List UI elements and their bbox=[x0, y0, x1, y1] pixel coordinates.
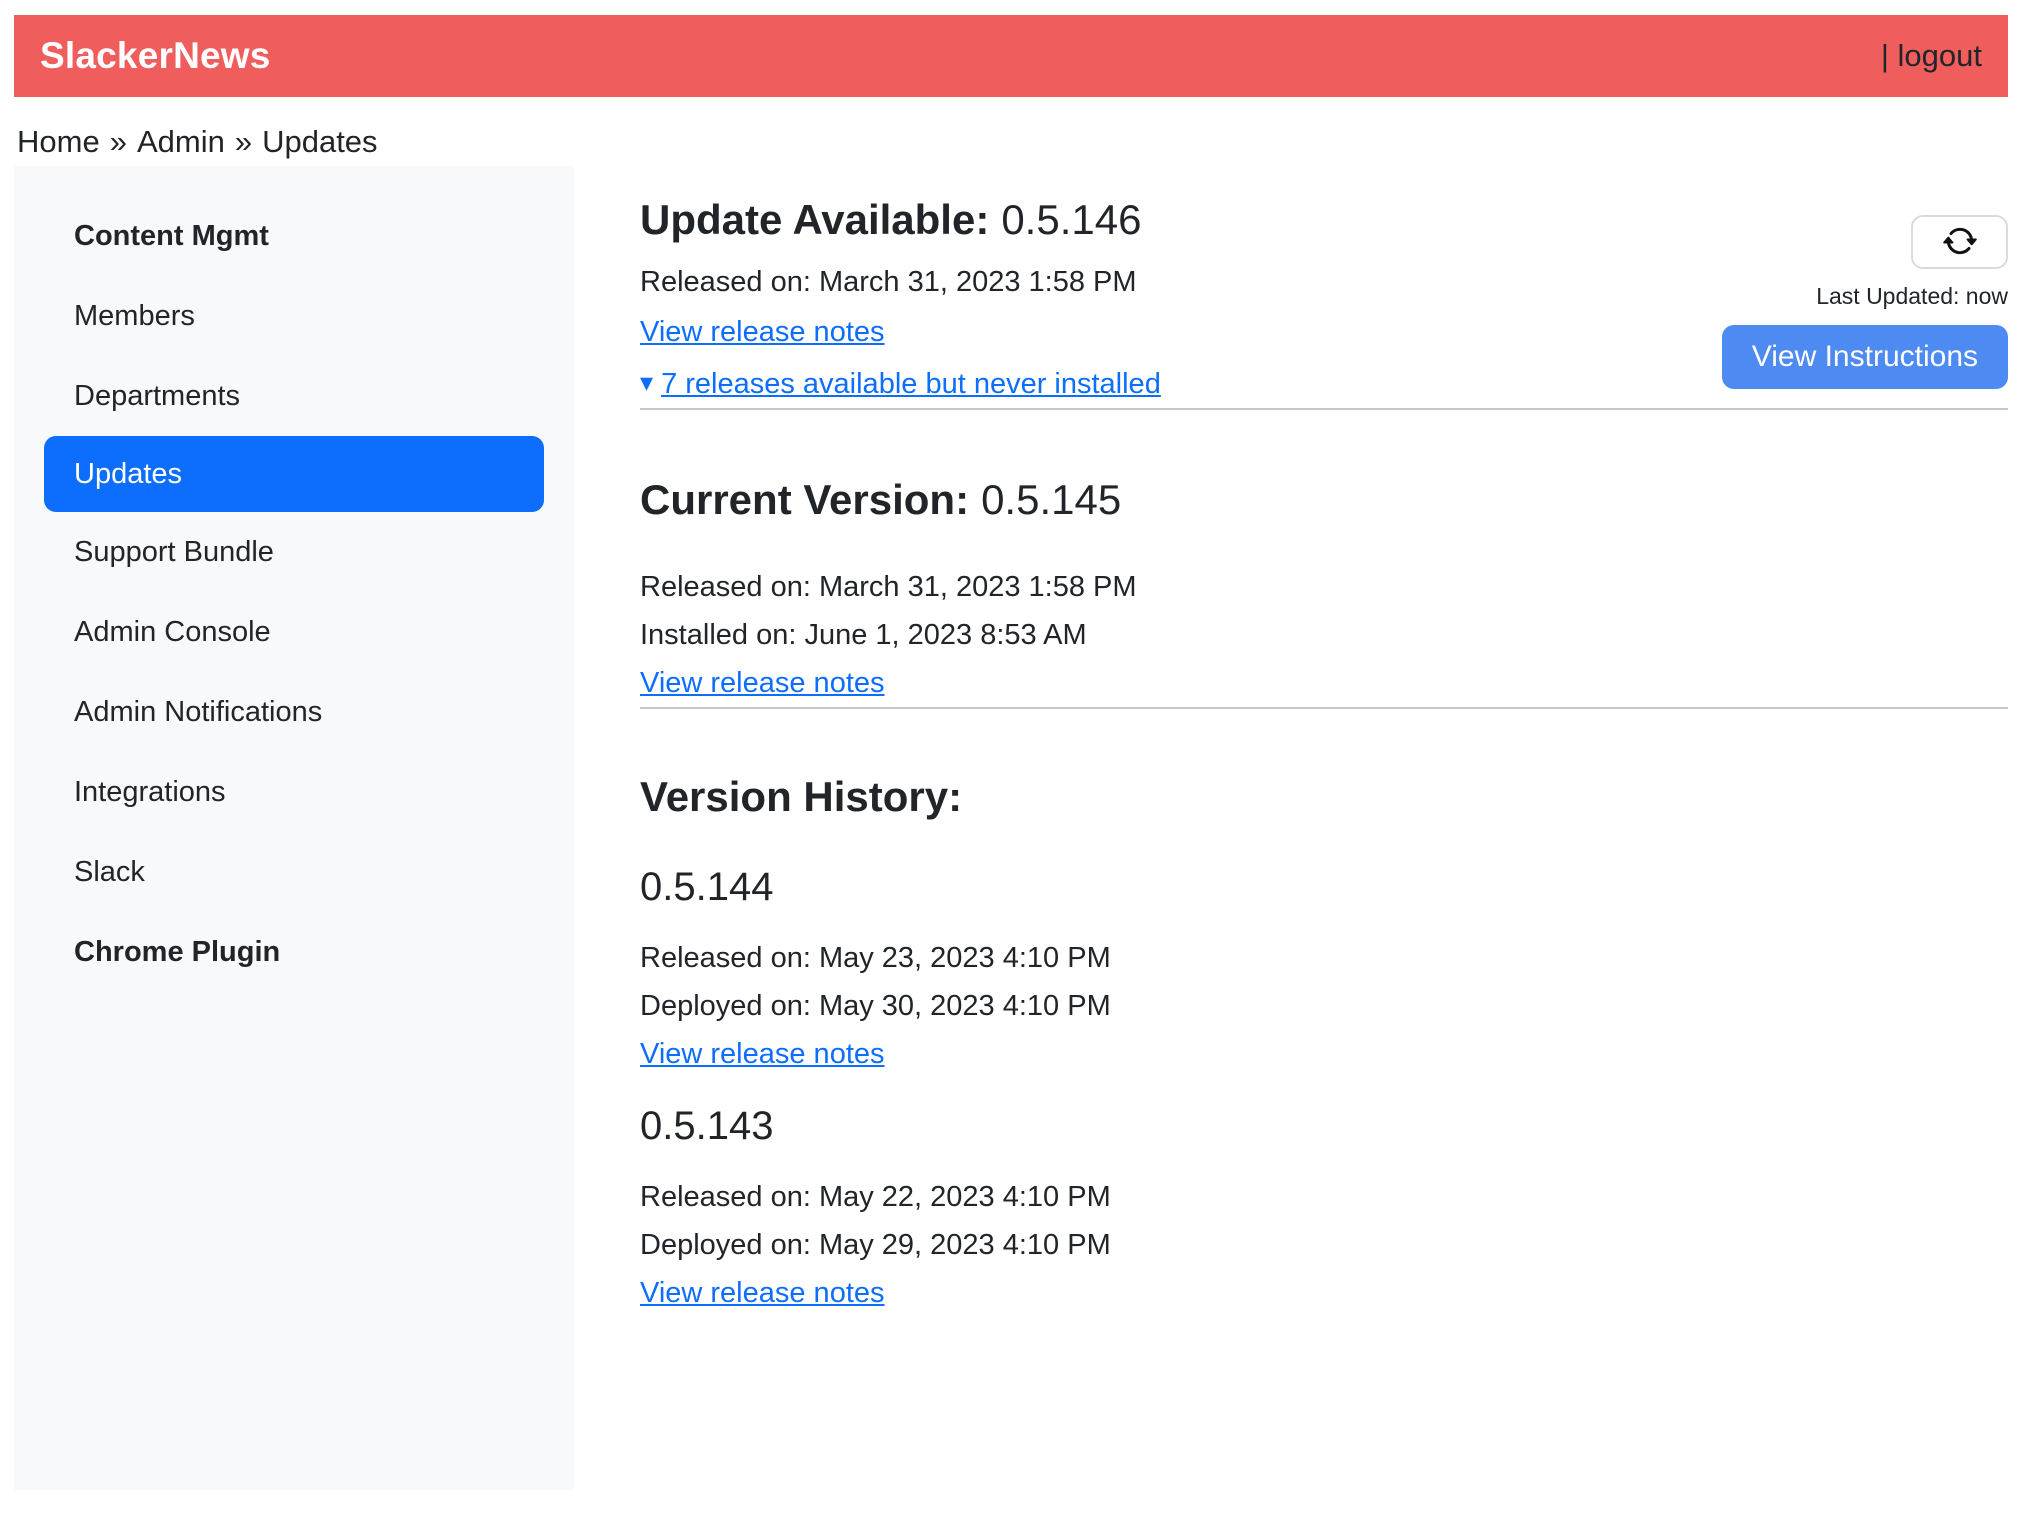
brand-title[interactable]: SlackerNews bbox=[40, 35, 271, 77]
history-release-notes-link[interactable]: View release notes bbox=[640, 1030, 885, 1078]
top-bar: SlackerNews | logout bbox=[14, 15, 2008, 97]
page: SlackerNews | logout Home»Admin»Updates … bbox=[14, 15, 2008, 1490]
breadcrumb: Home » Admin » Updates bbox=[17, 124, 2008, 160]
history-entry-meta: Released on: May 22, 2023 4:10 PM Deploy… bbox=[640, 1173, 2008, 1317]
admin-sidebar: Content Mgmt Members Departments Updates… bbox=[14, 166, 574, 1490]
breadcrumb-admin[interactable]: Admin bbox=[137, 124, 225, 159]
sidebar-item-integrations[interactable]: Integrations bbox=[14, 752, 574, 832]
current-released-on: Released on: March 31, 2023 1:58 PM bbox=[640, 563, 2008, 611]
history-version-number: 0.5.143 bbox=[640, 1104, 2008, 1149]
expand-releases-label: 7 releases available but never installed bbox=[661, 368, 1161, 400]
current-version-meta: Released on: March 31, 2023 1:58 PM Inst… bbox=[640, 563, 2008, 707]
refresh-icon bbox=[1943, 224, 1977, 261]
breadcrumb-separator: » bbox=[110, 124, 127, 159]
current-installed-on: Installed on: June 1, 2023 8:53 AM bbox=[640, 611, 2008, 659]
history-release-notes-link[interactable]: View release notes bbox=[640, 1269, 885, 1317]
update-available-info: Update Available: 0.5.146 Released on: Ma… bbox=[640, 196, 1161, 408]
last-updated-text: Last Updated: now bbox=[1816, 283, 2008, 310]
version-history-entry: 0.5.143 Released on: May 22, 2023 4:10 P… bbox=[640, 1104, 2008, 1317]
current-version-heading: Current Version: 0.5.145 bbox=[640, 476, 2008, 524]
content-row: Content Mgmt Members Departments Updates… bbox=[14, 166, 2008, 1490]
update-available-section: Update Available: 0.5.146 Released on: Ma… bbox=[640, 196, 2008, 408]
update-available-label: Update Available: bbox=[640, 196, 989, 243]
history-deployed-on: Deployed on: May 29, 2023 4:10 PM bbox=[640, 1221, 2008, 1269]
breadcrumb-separator: » bbox=[235, 124, 252, 159]
sidebar-item-support-bundle[interactable]: Support Bundle bbox=[14, 512, 574, 592]
sidebar-item-updates[interactable]: Updates bbox=[44, 436, 544, 512]
sidebar-item-departments[interactable]: Departments bbox=[14, 356, 574, 436]
history-released-on: Released on: May 22, 2023 4:10 PM bbox=[640, 1173, 2008, 1221]
update-utility-column: Last Updated: now View Instructions bbox=[1722, 196, 2008, 408]
sidebar-item-members[interactable]: Members bbox=[14, 276, 574, 356]
current-release-notes-link[interactable]: View release notes bbox=[640, 659, 885, 707]
version-history-entry: 0.5.144 Released on: May 23, 2023 4:10 P… bbox=[640, 865, 2008, 1078]
update-released-on: Released on: March 31, 2023 1:58 PM bbox=[640, 258, 1161, 306]
version-history-heading: Version History: bbox=[640, 773, 2008, 821]
history-released-on: Released on: May 23, 2023 4:10 PM bbox=[640, 934, 2008, 982]
sidebar-item-admin-notifications[interactable]: Admin Notifications bbox=[14, 672, 574, 752]
logout-link[interactable]: | logout bbox=[1881, 38, 1982, 74]
expand-releases-link[interactable]: ▾7 releases available but never installe… bbox=[640, 360, 1161, 408]
current-version-section: Current Version: 0.5.145 Released on: Mar… bbox=[640, 476, 2008, 706]
sidebar-item-admin-console[interactable]: Admin Console bbox=[14, 592, 574, 672]
current-version-label: Current Version: bbox=[640, 476, 969, 523]
update-available-version: 0.5.146 bbox=[1001, 196, 1141, 243]
history-entry-meta: Released on: May 23, 2023 4:10 PM Deploy… bbox=[640, 934, 2008, 1078]
history-version-number: 0.5.144 bbox=[640, 865, 2008, 910]
version-history-section: Version History: 0.5.144 Released on: Ma… bbox=[640, 773, 2008, 1317]
current-version-number: 0.5.145 bbox=[981, 476, 1121, 523]
refresh-button[interactable] bbox=[1911, 215, 2008, 269]
section-divider bbox=[640, 707, 2008, 709]
section-divider bbox=[640, 408, 2008, 410]
breadcrumb-updates: Updates bbox=[262, 124, 377, 159]
caret-down-icon: ▾ bbox=[640, 358, 653, 406]
update-available-heading: Update Available: 0.5.146 bbox=[640, 196, 1161, 244]
sidebar-item-content-mgmt[interactable]: Content Mgmt bbox=[14, 196, 574, 276]
expand-releases-row: ▾7 releases available but never installe… bbox=[640, 360, 1161, 408]
sidebar-item-slack[interactable]: Slack bbox=[14, 832, 574, 912]
history-deployed-on: Deployed on: May 30, 2023 4:10 PM bbox=[640, 982, 2008, 1030]
update-release-notes-link[interactable]: View release notes bbox=[640, 308, 885, 356]
sidebar-item-chrome-plugin[interactable]: Chrome Plugin bbox=[14, 912, 574, 992]
updates-main: Update Available: 0.5.146 Released on: Ma… bbox=[574, 166, 2008, 1357]
breadcrumb-home[interactable]: Home bbox=[17, 124, 100, 159]
view-instructions-button[interactable]: View Instructions bbox=[1722, 325, 2008, 389]
